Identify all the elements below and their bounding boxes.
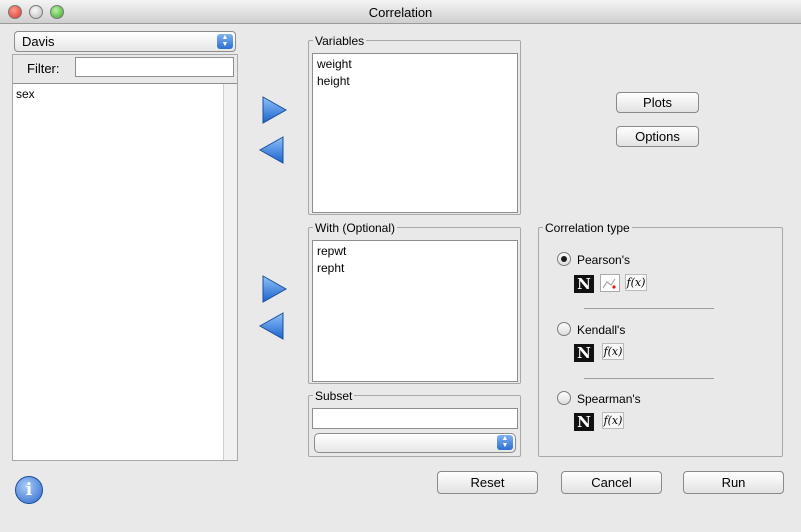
- list-item[interactable]: weight: [313, 54, 517, 73]
- dataset-select[interactable]: Davis ▲ ▼: [14, 31, 236, 52]
- dataset-select-value: Davis: [22, 34, 55, 49]
- variables-group: Variables weight height: [308, 34, 521, 215]
- list-item[interactable]: repwt: [313, 241, 517, 260]
- subset-group-label: Subset: [313, 389, 355, 403]
- spearman-radio[interactable]: [557, 391, 571, 405]
- title-bar: Correlation: [0, 0, 801, 24]
- with-optional-group: With (Optional) repwt repht: [308, 221, 521, 384]
- scatterplot-icon[interactable]: [600, 274, 620, 292]
- list-item[interactable]: sex: [13, 84, 237, 103]
- options-button[interactable]: Options: [616, 126, 699, 147]
- arrow-right-icon: [262, 275, 288, 303]
- correlation-type-group-label: Correlation type: [543, 221, 632, 235]
- arrow-right-icon: [262, 96, 288, 124]
- function-icon[interactable]: f(x): [602, 343, 624, 360]
- add-to-with-button[interactable]: [260, 274, 288, 304]
- n-icon[interactable]: N: [574, 275, 594, 293]
- run-button[interactable]: Run: [683, 471, 784, 494]
- reset-button[interactable]: Reset: [437, 471, 538, 494]
- list-item[interactable]: repht: [313, 260, 517, 277]
- subset-group: Subset ▲ ▼: [308, 389, 521, 457]
- n-icon[interactable]: N: [574, 344, 594, 362]
- available-variables-panel: Filter: sex: [12, 54, 238, 461]
- cancel-button[interactable]: Cancel: [561, 471, 662, 494]
- with-list[interactable]: repwt repht: [312, 240, 518, 382]
- window-title: Correlation: [368, 5, 433, 20]
- remove-from-variables-button[interactable]: [258, 135, 286, 165]
- info-icon[interactable]: i: [15, 476, 43, 504]
- spearman-label: Spearman's: [577, 392, 641, 406]
- function-icon[interactable]: f(x): [602, 412, 624, 429]
- arrow-left-icon: [258, 312, 284, 340]
- function-icon[interactable]: f(x): [625, 274, 647, 291]
- list-item[interactable]: height: [313, 73, 517, 90]
- variables-group-label: Variables: [313, 34, 367, 48]
- scrollbar[interactable]: [223, 84, 237, 460]
- kendall-radio[interactable]: [557, 322, 571, 336]
- remove-from-with-button[interactable]: [258, 311, 286, 341]
- kendall-label: Kendall's: [577, 323, 626, 337]
- filter-input[interactable]: [75, 57, 234, 77]
- separator: [584, 308, 714, 309]
- correlation-dialog: Correlation Davis ▲ ▼ Filter: sex Variabl…: [0, 0, 801, 532]
- updown-arrows-icon: ▲ ▼: [497, 435, 513, 450]
- pearson-radio[interactable]: [557, 252, 571, 266]
- separator: [584, 378, 714, 379]
- subset-select[interactable]: ▲ ▼: [314, 433, 516, 453]
- subset-input[interactable]: [312, 408, 518, 429]
- available-variables-list[interactable]: sex: [13, 83, 237, 460]
- correlation-type-group: Correlation type Pearson's N f(x) Kendal…: [538, 221, 783, 457]
- n-icon[interactable]: N: [574, 413, 594, 431]
- arrow-left-icon: [258, 136, 284, 164]
- variables-list[interactable]: weight height: [312, 53, 518, 213]
- pearson-label: Pearson's: [577, 253, 630, 267]
- updown-arrows-icon: ▲ ▼: [217, 34, 233, 49]
- add-to-variables-button[interactable]: [260, 95, 288, 125]
- filter-label: Filter:: [27, 61, 60, 76]
- plots-button[interactable]: Plots: [616, 92, 699, 113]
- with-optional-group-label: With (Optional): [313, 221, 398, 235]
